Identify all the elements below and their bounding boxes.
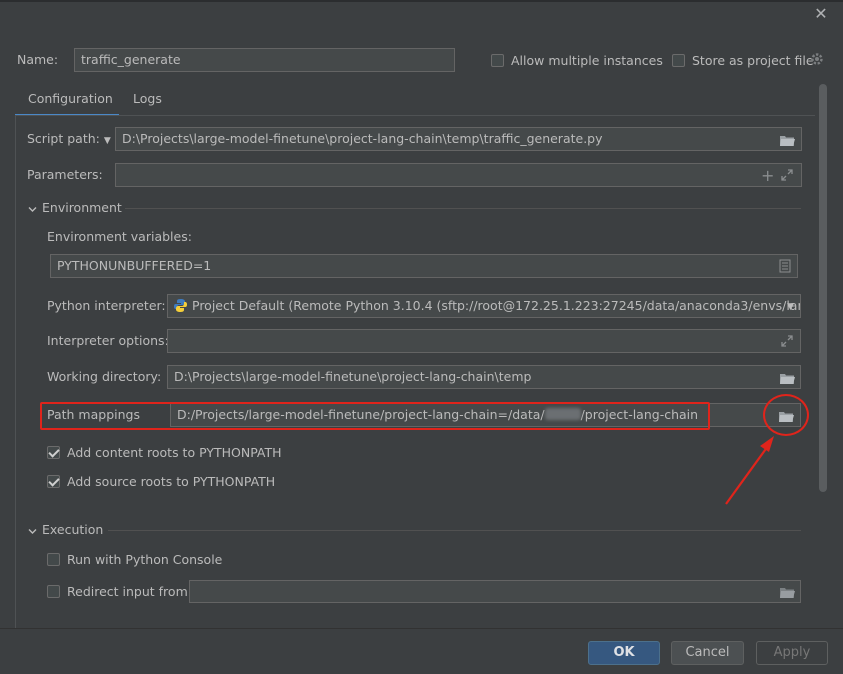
tab-configuration[interactable]: Configuration — [15, 88, 119, 117]
environment-section-title: Environment — [42, 200, 122, 215]
workdir-label: Working directory: — [47, 369, 162, 384]
apply-button[interactable]: Apply — [756, 641, 828, 665]
expand-icon[interactable] — [781, 169, 793, 184]
annotation-arrow-icon — [722, 432, 778, 511]
redirect-label: Redirect input from: — [67, 584, 192, 599]
python-icon — [173, 298, 188, 316]
tab-configuration-label: Configuration — [28, 91, 113, 106]
redirect-checkbox[interactable] — [47, 585, 60, 598]
expand-icon[interactable] — [781, 335, 793, 350]
content-roots-checkbox[interactable] — [47, 446, 60, 459]
content-roots-label: Add content roots to PYTHONPATH — [67, 445, 282, 460]
interpreter-select[interactable]: Project Default (Remote Python 3.10.4 (s… — [167, 294, 801, 318]
dropdown-arrow-icon[interactable]: ▼ — [787, 302, 794, 312]
plus-icon[interactable]: + — [761, 166, 774, 185]
source-roots-checkbox[interactable] — [47, 475, 60, 488]
script-path-label[interactable]: Script path: ▼ — [27, 131, 111, 146]
highlight-box — [40, 402, 710, 430]
source-roots-label: Add source roots to PYTHONPATH — [67, 474, 276, 489]
interp-options-field[interactable] — [167, 329, 801, 353]
chevron-down-icon[interactable] — [28, 202, 37, 217]
name-label: Name: — [17, 52, 59, 67]
allow-multiple-label: Allow multiple instances — [511, 53, 663, 68]
interp-options-label: Interpreter options: — [47, 333, 169, 348]
folder-icon[interactable] — [780, 134, 795, 149]
script-path-field[interactable]: D:\Projects\large-model-finetune\project… — [115, 127, 802, 151]
allow-multiple-checkbox[interactable] — [491, 54, 504, 67]
chevron-down-icon[interactable] — [28, 524, 37, 539]
env-vars-field[interactable]: PYTHONUNBUFFERED=1 — [50, 254, 798, 278]
env-vars-label: Environment variables: — [47, 229, 192, 244]
execution-section-title: Execution — [42, 522, 104, 537]
top-strip — [0, 0, 843, 2]
parameters-label: Parameters: — [27, 167, 103, 182]
vertical-scrollbar[interactable] — [819, 84, 827, 492]
folder-icon[interactable] — [780, 372, 795, 387]
store-project-checkbox[interactable] — [672, 54, 685, 67]
store-project-label: Store as project file — [692, 53, 814, 68]
ok-button[interactable]: OK — [588, 641, 660, 665]
run-console-checkbox[interactable] — [47, 553, 60, 566]
tab-logs[interactable]: Logs — [121, 88, 173, 114]
close-icon[interactable]: ✕ — [812, 5, 830, 23]
interpreter-label: Python interpreter: — [47, 298, 166, 313]
name-field[interactable]: traffic_generate — [74, 48, 455, 72]
folder-icon[interactable] — [780, 586, 795, 601]
environment-separator — [125, 208, 801, 209]
execution-separator — [108, 530, 801, 531]
redirect-field[interactable] — [189, 580, 801, 603]
highlight-circle — [763, 394, 809, 436]
run-console-label: Run with Python Console — [67, 552, 223, 567]
cancel-button[interactable]: Cancel — [671, 641, 744, 665]
tab-logs-label: Logs — [133, 91, 162, 106]
document-icon[interactable] — [779, 259, 791, 276]
parameters-field[interactable] — [115, 163, 802, 187]
workdir-field[interactable]: D:\Projects\large-model-finetune\project… — [167, 365, 801, 389]
gear-icon[interactable] — [810, 52, 824, 66]
